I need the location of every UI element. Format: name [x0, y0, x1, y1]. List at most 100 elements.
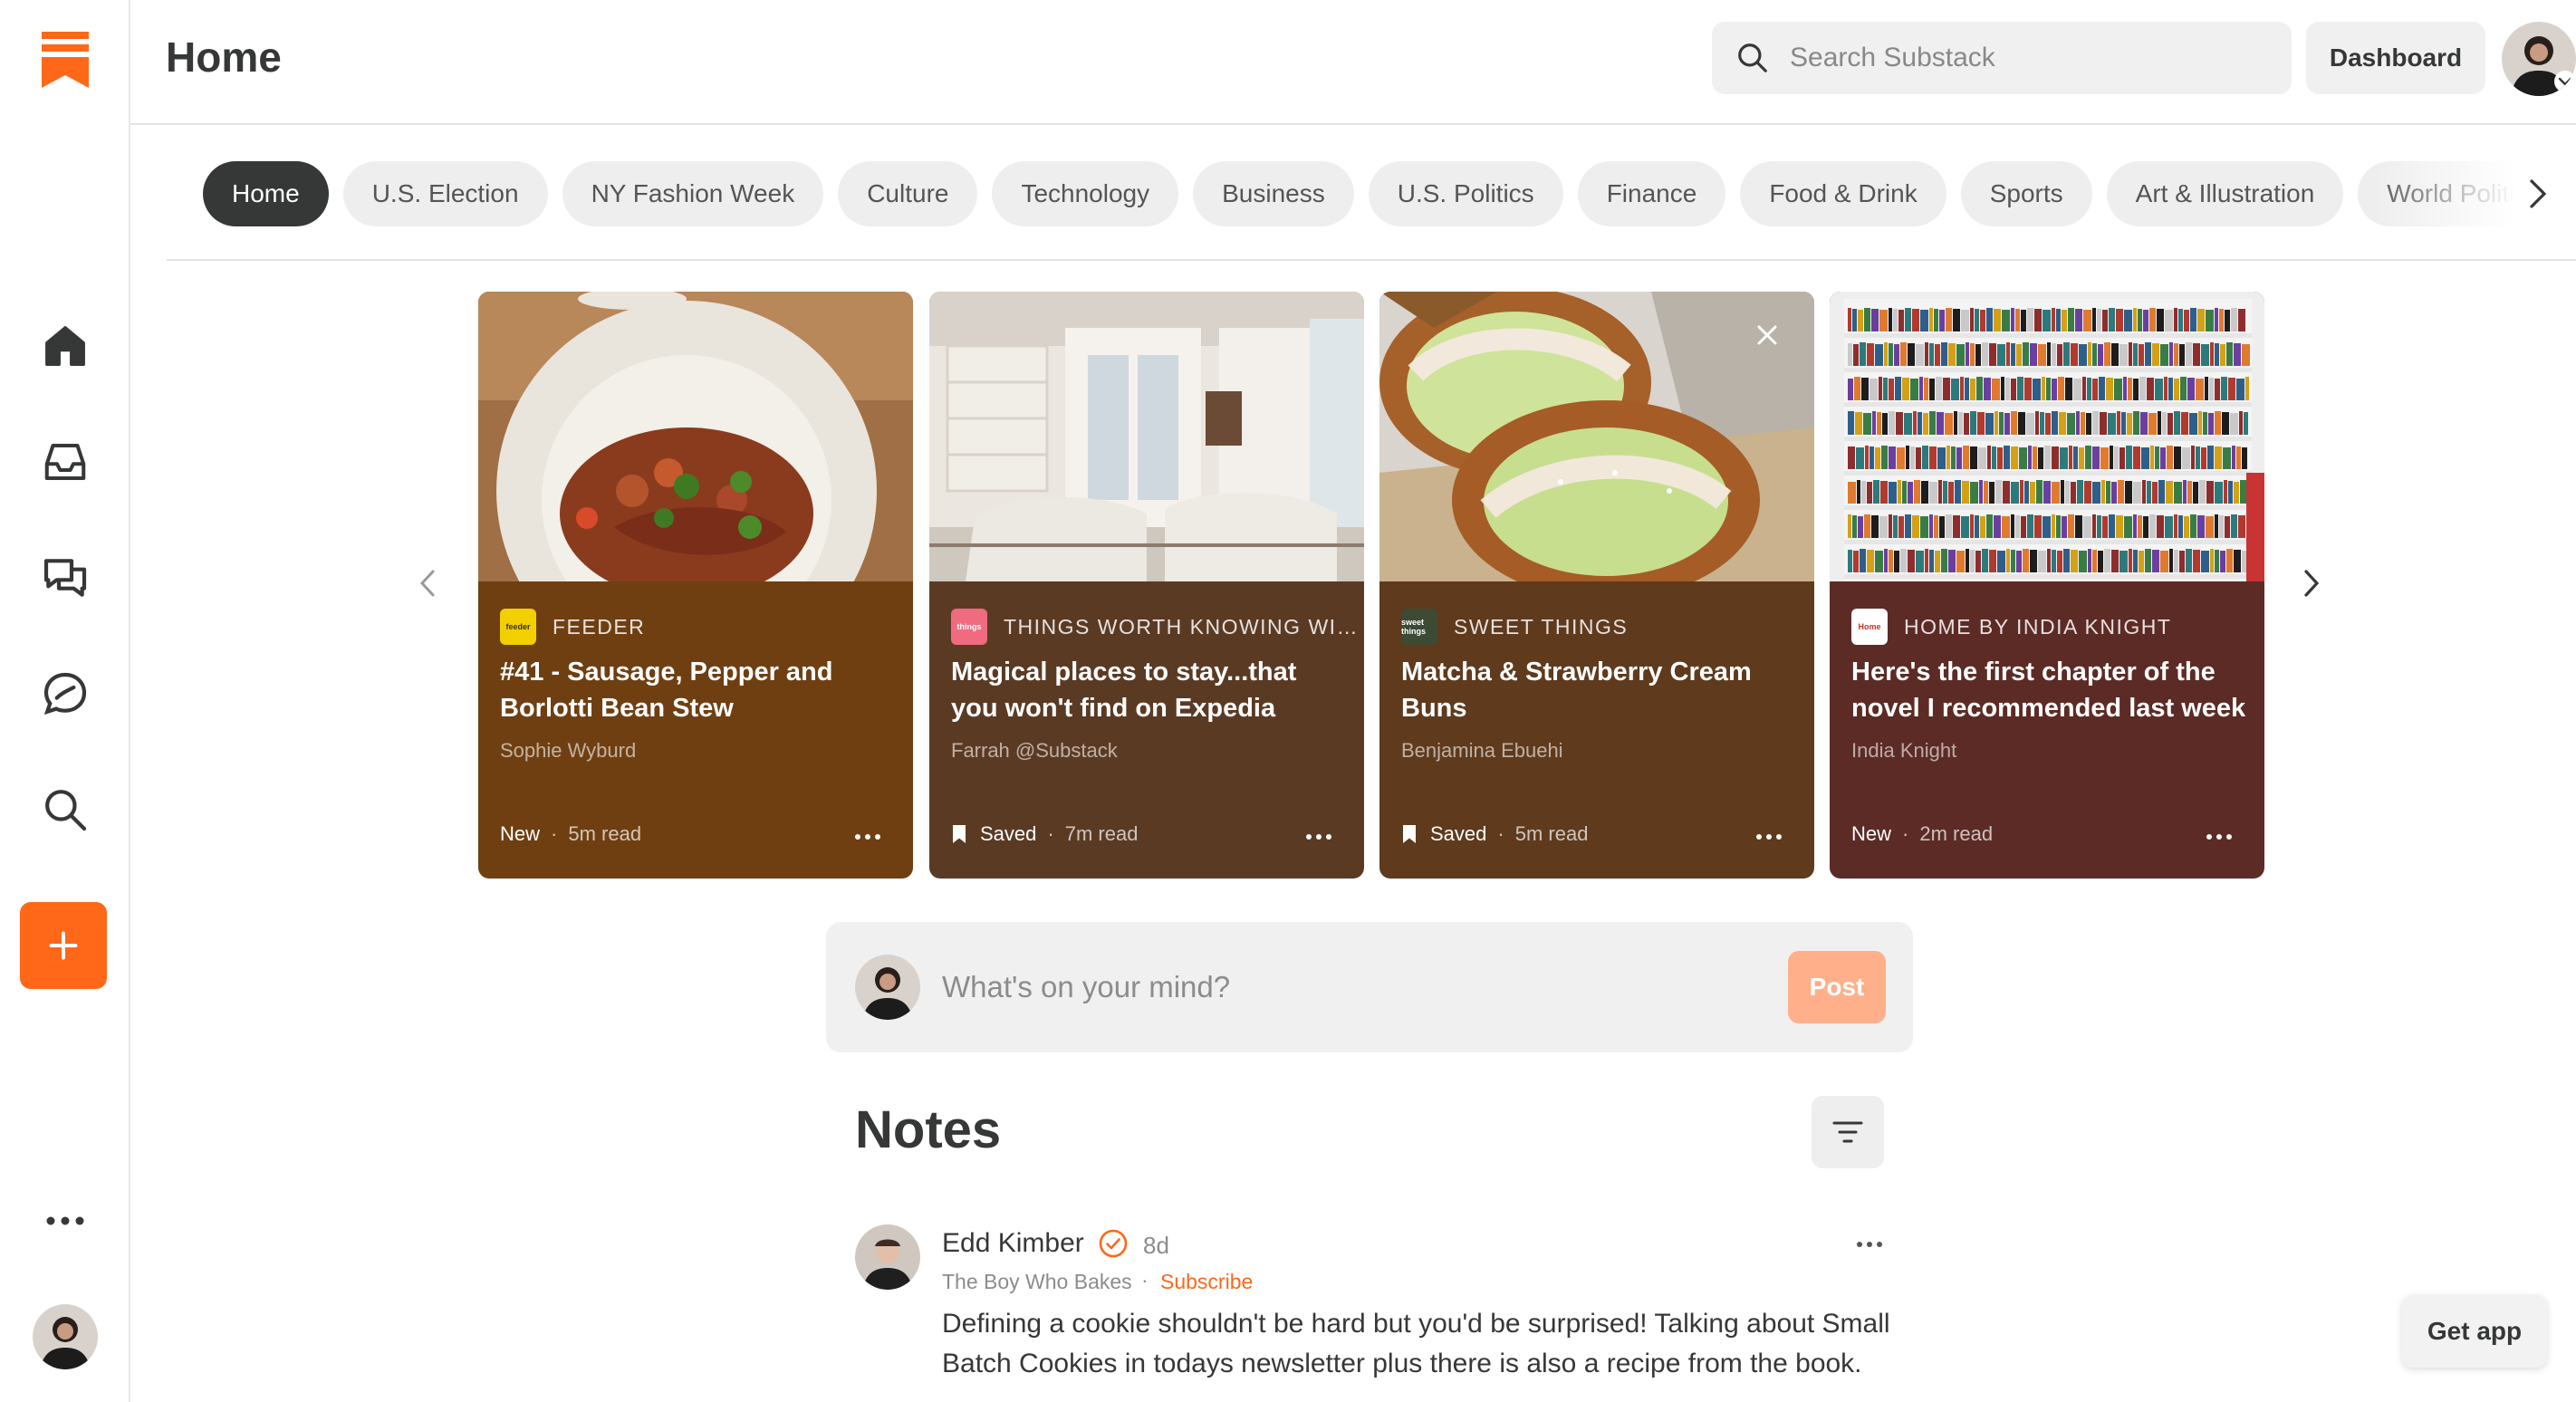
profile-menu-avatar[interactable]	[2502, 22, 2576, 96]
rail-search-button[interactable]	[0, 766, 130, 853]
meta-separator: ·	[1141, 1268, 1149, 1292]
read-time: 2m read	[1919, 822, 1994, 845]
note-author-name[interactable]: Edd Kimber	[942, 1228, 1084, 1259]
post-status: New	[1851, 822, 1892, 845]
post-title[interactable]: Matcha & Strawberry Cream Buns	[1401, 654, 1800, 726]
category-tab[interactable]: Art & Illustration	[2106, 161, 2344, 226]
post-card[interactable]: things THINGS WORTH KNOWING WIT... Magical…	[929, 292, 1364, 879]
substack-logo-icon[interactable]	[0, 16, 130, 103]
category-tab[interactable]: Food & Drink	[1740, 161, 1946, 226]
post-status: New	[500, 822, 541, 845]
page-title: Home	[166, 34, 282, 81]
compose-button[interactable]	[20, 902, 107, 989]
publication-row[interactable]: things THINGS WORTH KNOWING WIT...	[951, 609, 1364, 645]
category-tab[interactable]: U.S. Politics	[1368, 161, 1563, 226]
note-composer-input[interactable]	[942, 962, 1757, 1013]
activity-icon	[43, 672, 87, 715]
post-button[interactable]: Post	[1788, 951, 1886, 1023]
categories-divider	[167, 259, 2576, 261]
more-icon	[855, 834, 880, 840]
chevron-right-icon	[2304, 570, 2320, 597]
category-tab[interactable]: U.S. Election	[342, 161, 548, 226]
meta-separator: ·	[1047, 822, 1054, 845]
category-tab[interactable]: Technology	[992, 161, 1179, 226]
post-cover-image	[929, 292, 1364, 581]
plus-icon	[49, 931, 78, 960]
post-status: Saved	[1430, 822, 1487, 845]
dashboard-button[interactable]: Dashboard	[2306, 22, 2485, 94]
post-meta: New · 5m read	[500, 822, 641, 846]
rail-home-button[interactable]	[0, 302, 130, 389]
publication-name: THINGS WORTH KNOWING WIT...	[1004, 614, 1364, 639]
post-title[interactable]: Magical places to stay...that you won't …	[951, 654, 1350, 726]
carousel-prev-button[interactable]	[400, 556, 455, 610]
header-divider	[130, 123, 2576, 125]
category-tab[interactable]: Sports	[1960, 161, 2092, 226]
category-tabs: Home U.S. Election NY Fashion Week Culture T…	[203, 161, 2549, 226]
publication-logo: feeder	[500, 609, 536, 645]
category-tab[interactable]: Home	[203, 161, 329, 226]
note-body: Defining a cookie shouldn't be hard but …	[942, 1309, 1890, 1378]
post-author: Benjamina Ebuehi	[1401, 739, 1563, 762]
note-more-button[interactable]	[1850, 1234, 1889, 1255]
category-tab[interactable]: NY Fashion Week	[562, 161, 824, 226]
notes-heading: Notes	[855, 1100, 1002, 1159]
note-composer: Post	[826, 922, 1913, 1052]
rail-chat-button[interactable]	[0, 534, 130, 621]
read-time: 5m read	[1514, 822, 1589, 845]
filter-icon	[1832, 1121, 1863, 1143]
bookmark-icon	[1403, 825, 1416, 843]
rail-inbox-button[interactable]	[0, 418, 130, 505]
search-input[interactable]	[1790, 43, 2261, 73]
get-app-button[interactable]: Get app	[2402, 1295, 2547, 1368]
post-author: Farrah @Substack	[951, 739, 1118, 762]
dismiss-card-button[interactable]	[1751, 319, 1783, 351]
notes-filter-button[interactable]	[1812, 1096, 1884, 1168]
rail-activity-button[interactable]	[0, 650, 130, 737]
post-meta: New · 2m read	[1851, 822, 1993, 846]
carousel-next-button[interactable]	[2284, 556, 2339, 610]
post-card[interactable]: Home HOME BY INDIA KNIGHT Here's the first…	[1830, 292, 2264, 879]
note-publication[interactable]: The Boy Who Bakes	[942, 1270, 1132, 1294]
search-icon	[1738, 43, 1767, 72]
meta-separator: ·	[551, 822, 558, 845]
post-card[interactable]: feeder FEEDER #41 - Sausage, Pepper and Bo…	[478, 292, 913, 879]
search-icon	[45, 790, 87, 831]
more-icon	[2206, 834, 2232, 840]
post-more-button[interactable]	[1751, 828, 1787, 846]
meta-separator: ·	[1902, 822, 1909, 845]
publication-row[interactable]: sweet things SWEET THINGS	[1401, 609, 1628, 645]
publication-row[interactable]: feeder FEEDER	[500, 609, 645, 645]
rail-avatar[interactable]	[33, 1304, 98, 1369]
note-timestamp: 8d	[1143, 1232, 1169, 1259]
home-icon	[45, 326, 85, 366]
search-bar[interactable]	[1712, 22, 2292, 94]
publication-name: FEEDER	[553, 614, 646, 639]
publication-row[interactable]: Home HOME BY INDIA KNIGHT	[1851, 609, 2171, 645]
read-time: 7m read	[1064, 822, 1139, 845]
close-icon	[1757, 325, 1777, 345]
post-card[interactable]: sweet things SWEET THINGS Matcha & Strawbe…	[1379, 292, 1814, 879]
chat-icon	[43, 559, 87, 597]
bookmark-icon	[953, 825, 966, 843]
post-cover-image	[1830, 292, 2264, 581]
subscribe-link[interactable]: Subscribe	[1160, 1270, 1253, 1294]
post-more-button[interactable]	[1301, 828, 1337, 846]
post-title[interactable]: Here's the first chapter of the novel I …	[1851, 654, 2250, 726]
post-cover-image	[1379, 292, 1814, 600]
category-tab[interactable]: Finance	[1577, 161, 1726, 226]
post-title[interactable]: #41 - Sausage, Pepper and Borlotti Bean …	[500, 654, 899, 726]
categories-next-button[interactable]	[2520, 168, 2556, 219]
rail-more-button[interactable]	[0, 1177, 130, 1264]
post-more-button[interactable]	[850, 828, 886, 846]
post-more-button[interactable]	[2201, 828, 2237, 846]
note-author-avatar[interactable]	[855, 1224, 920, 1290]
publication-logo: sweet things	[1401, 609, 1437, 645]
meta-separator: ·	[1497, 822, 1504, 845]
category-tab[interactable]: Business	[1193, 161, 1354, 226]
category-tab[interactable]: Culture	[838, 161, 978, 226]
read-time: 5m read	[568, 822, 642, 845]
more-icon	[46, 1216, 84, 1225]
publication-logo: things	[951, 609, 987, 645]
post-author: Sophie Wyburd	[500, 739, 637, 762]
